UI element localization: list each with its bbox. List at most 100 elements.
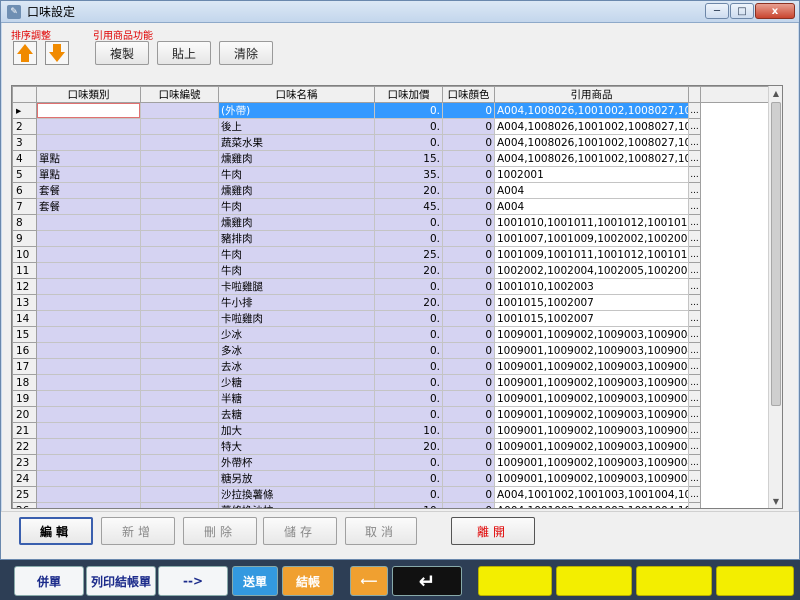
cell-code[interactable]: [140, 134, 219, 151]
ellipsis-button[interactable]: ...: [688, 262, 701, 279]
cell-code[interactable]: [140, 198, 219, 215]
table-row[interactable]: 2 後上0.0A004,1008026,1001002,1008027,10010…: [12, 118, 769, 135]
cell-price[interactable]: 0.: [374, 310, 443, 327]
cell-color[interactable]: 0: [442, 182, 495, 199]
cell-name[interactable]: 去冰: [218, 358, 375, 375]
cell-code[interactable]: [140, 502, 219, 508]
table-row[interactable]: 19 半糖0.01009001,1009002,1009003,1009004,1…: [12, 390, 769, 407]
move-down-button[interactable]: [45, 41, 69, 65]
cell-code[interactable]: [140, 230, 219, 247]
cell-color[interactable]: 0: [442, 358, 495, 375]
clear-button[interactable]: 清除: [219, 41, 273, 65]
add-button[interactable]: 新增: [101, 517, 175, 545]
table-row[interactable]: 17 去冰0.01009001,1009002,1009003,1009004,1…: [12, 358, 769, 375]
cell-code[interactable]: [140, 310, 219, 327]
cell-price[interactable]: 0.: [374, 214, 443, 231]
cell-name[interactable]: 外帶杯: [218, 454, 375, 471]
cell-color[interactable]: 0: [442, 102, 495, 119]
cell-name[interactable]: (外帶): [218, 102, 375, 119]
enter-icon[interactable]: ↵: [392, 566, 462, 596]
table-row[interactable]: 26 薯條換沙拉10.0A004,1001002,1001003,1001004,…: [12, 502, 769, 508]
checkout-button[interactable]: 結帳: [282, 566, 334, 596]
cell-products[interactable]: 1009001,1009002,1009003,1009004,1009005,…: [494, 374, 689, 391]
cell-price[interactable]: 20.: [374, 294, 443, 311]
cell-color[interactable]: 0: [442, 470, 495, 487]
cell-name[interactable]: 牛肉: [218, 166, 375, 183]
cell-name[interactable]: 少糖: [218, 374, 375, 391]
maximize-button[interactable]: □: [730, 3, 754, 19]
ellipsis-button[interactable]: ...: [688, 438, 701, 455]
ellipsis-button[interactable]: ...: [688, 150, 701, 167]
cell-price[interactable]: 35.: [374, 166, 443, 183]
col-header-category[interactable]: 口味類別: [36, 86, 141, 103]
cell-name[interactable]: 燻雞肉: [218, 214, 375, 231]
cell-name[interactable]: 燻雞肉: [218, 150, 375, 167]
cell-color[interactable]: 0: [442, 374, 495, 391]
next-button[interactable]: -->: [158, 566, 228, 596]
table-row[interactable]: 24 糖另放0.01009001,1009002,1009003,1009004,…: [12, 470, 769, 487]
cell-code[interactable]: [140, 214, 219, 231]
cell-products[interactable]: 1002002,1002004,1002005,1002006: [494, 262, 689, 279]
cell-code[interactable]: [140, 294, 219, 311]
col-header-color[interactable]: 口味顏色: [442, 86, 495, 103]
cell-name[interactable]: 蔬菜水果: [218, 134, 375, 151]
print-bill-button[interactable]: 列印結帳單: [86, 566, 156, 596]
cell-name[interactable]: 半糖: [218, 390, 375, 407]
cell-products[interactable]: 1009001,1009002,1009003,1009004,1009005,…: [494, 470, 689, 487]
cell-code[interactable]: [140, 166, 219, 183]
ellipsis-button[interactable]: ...: [688, 390, 701, 407]
cell-price[interactable]: 0.: [374, 342, 443, 359]
table-row[interactable]: 13 牛小排 20. 0 1001015,1002007...: [12, 294, 769, 311]
cell-products[interactable]: 1002001: [494, 166, 689, 183]
cell-products[interactable]: 1001007,1001009,1002002,1002003: [494, 230, 689, 247]
cell-products[interactable]: 1009001,1009002,1009003,1009004,1009005,…: [494, 390, 689, 407]
cell-code[interactable]: [140, 278, 219, 295]
cell-category[interactable]: [36, 390, 141, 407]
send-order-button[interactable]: 送單: [232, 566, 278, 596]
cell-name[interactable]: 特大: [218, 438, 375, 455]
ellipsis-button[interactable]: ...: [688, 310, 701, 327]
cell-color[interactable]: 0: [442, 326, 495, 343]
edit-button[interactable]: 編輯: [19, 517, 93, 545]
function-key-3[interactable]: [636, 566, 712, 596]
ellipsis-button[interactable]: ...: [688, 182, 701, 199]
cell-products[interactable]: 1001015,1002007: [494, 310, 689, 327]
cell-products[interactable]: 1001010,1001011,1001012,1001013,1001015,…: [494, 214, 689, 231]
cell-name[interactable]: 牛肉: [218, 198, 375, 215]
ellipsis-button[interactable]: ...: [688, 118, 701, 135]
cell-category[interactable]: [36, 214, 141, 231]
cell-color[interactable]: 0: [442, 134, 495, 151]
cell-products[interactable]: A004,1008026,1001002,1008027,1001003,100…: [494, 150, 689, 167]
cell-color[interactable]: 0: [442, 502, 495, 508]
cell-code[interactable]: [140, 118, 219, 135]
cell-products[interactable]: A004,1008026,1001002,1008027,1001003,100…: [494, 118, 689, 135]
copy-button[interactable]: 複製: [95, 41, 149, 65]
ellipsis-button[interactable]: ...: [688, 422, 701, 439]
cell-category[interactable]: [36, 294, 141, 311]
leave-button[interactable]: 離開: [451, 517, 535, 545]
cell-price[interactable]: 0.: [374, 486, 443, 503]
ellipsis-button[interactable]: ...: [688, 342, 701, 359]
cell-category[interactable]: [36, 342, 141, 359]
cell-code[interactable]: [140, 486, 219, 503]
cell-category[interactable]: [36, 422, 141, 439]
cell-category[interactable]: [36, 470, 141, 487]
cell-color[interactable]: 0: [442, 166, 495, 183]
cell-color[interactable]: 0: [442, 278, 495, 295]
cell-category[interactable]: [36, 278, 141, 295]
cell-category[interactable]: [36, 486, 141, 503]
ellipsis-button[interactable]: ...: [688, 246, 701, 263]
ellipsis-button[interactable]: ...: [688, 326, 701, 343]
cell-name[interactable]: 薯條換沙拉: [218, 502, 375, 508]
cell-products[interactable]: A004,1008026,1001002,1008027,1001003,100…: [494, 134, 689, 151]
function-key-2[interactable]: [556, 566, 632, 596]
table-row[interactable]: 23 外帶杯0.01009001,1009002,1009003,1009004,…: [12, 454, 769, 471]
table-row[interactable]: 5 單點 牛肉 35. 0 1002001...: [12, 166, 769, 183]
cell-code[interactable]: [140, 150, 219, 167]
cell-category[interactable]: 套餐: [36, 182, 141, 199]
cell-code[interactable]: [140, 326, 219, 343]
col-header-products[interactable]: 引用商品: [494, 86, 689, 103]
minimize-button[interactable]: ─: [705, 3, 729, 19]
cell-color[interactable]: 0: [442, 294, 495, 311]
cell-price[interactable]: 45.: [374, 198, 443, 215]
